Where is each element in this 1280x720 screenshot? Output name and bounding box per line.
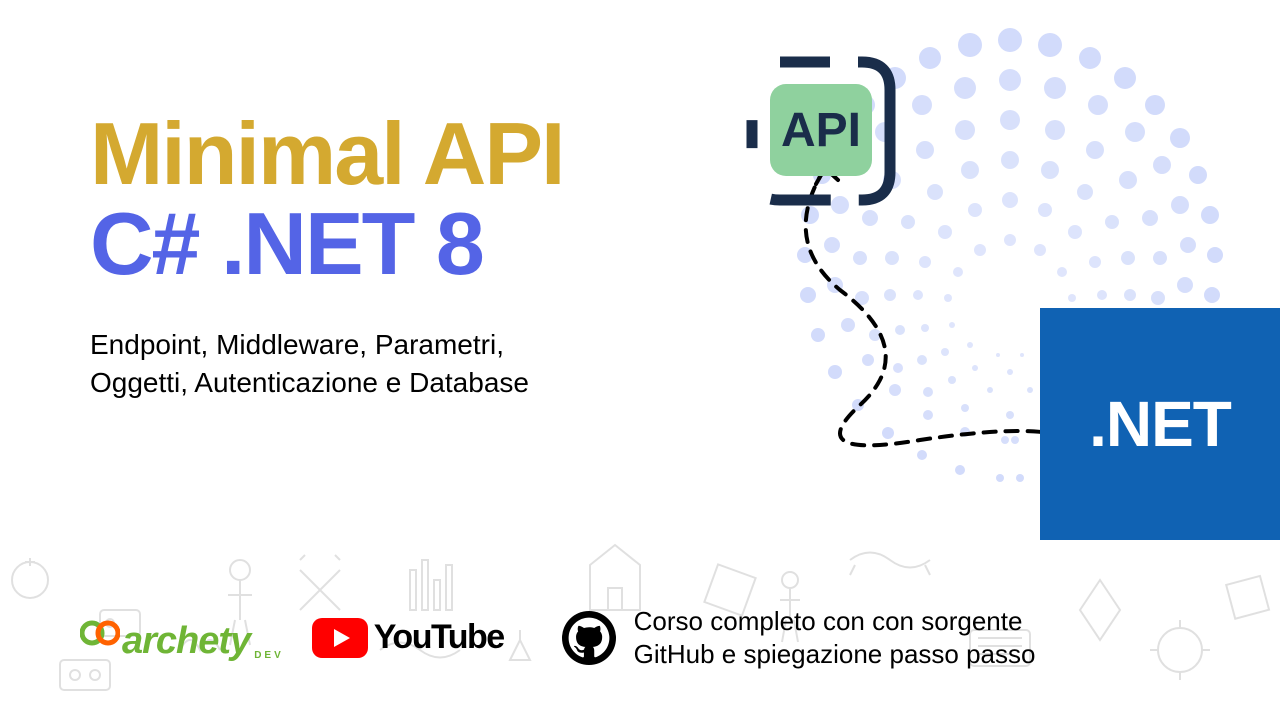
archety-logo: archety DEV (80, 613, 284, 663)
svg-text:API: API (781, 104, 861, 157)
title-line-2: C# .NET 8 (90, 198, 563, 290)
dotnet-logo: .NET (1040, 308, 1280, 540)
bottom-row: archety DEV YouTube Corso completo con c… (80, 605, 1210, 670)
github-icon (562, 611, 616, 665)
github-line-1: Corso completo con con sorgente (634, 605, 1036, 638)
archety-mark-icon (80, 613, 120, 653)
api-badge: API (740, 44, 910, 219)
subtitle-line-1: Endpoint, Middleware, Parametri, (90, 326, 563, 364)
github-line-2: GitHub e spiegazione passo passo (634, 638, 1036, 671)
main-content: Minimal API C# .NET 8 Endpoint, Middlewa… (90, 110, 563, 402)
github-description: Corso completo con con sorgente GitHub e… (634, 605, 1036, 670)
subtitle: Endpoint, Middleware, Parametri, Oggetti… (90, 326, 563, 402)
archety-name: archety (122, 620, 250, 663)
youtube-name: YouTube (374, 618, 504, 657)
github-block: Corso completo con con sorgente GitHub e… (562, 605, 1036, 670)
title-line-1: Minimal API (90, 110, 563, 198)
youtube-icon (312, 618, 368, 658)
dotnet-label: .NET (1089, 387, 1231, 461)
api-icon: API (740, 44, 910, 214)
youtube-logo: YouTube (312, 618, 504, 658)
archety-suffix: DEV (254, 650, 284, 661)
subtitle-line-2: Oggetti, Autenticazione e Database (90, 364, 563, 402)
